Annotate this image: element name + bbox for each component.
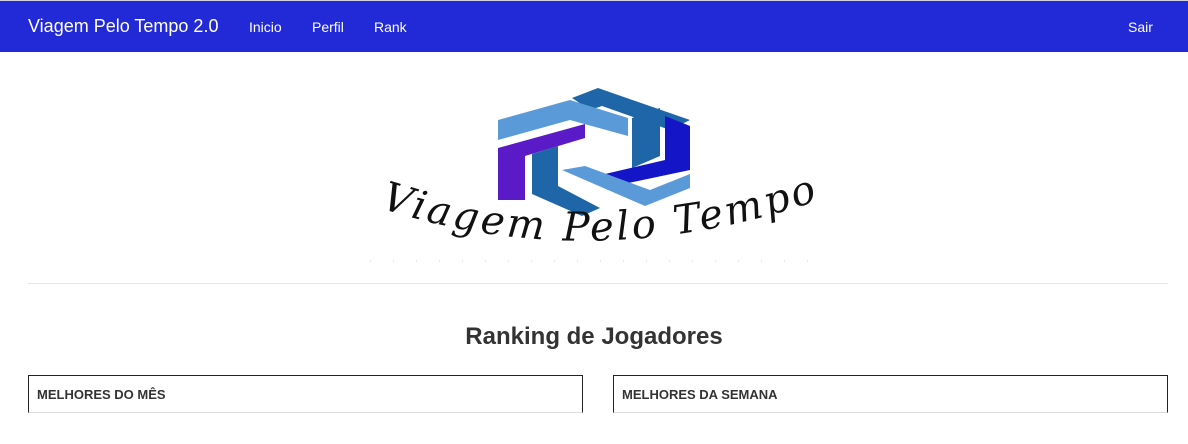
nav-link-inicio[interactable]: Inicio xyxy=(249,19,282,35)
brand-link[interactable]: Viagem Pelo Tempo 2.0 xyxy=(28,16,218,37)
nav-link-rank[interactable]: Rank xyxy=(374,19,407,35)
nav-link-sair[interactable]: Sair xyxy=(1128,19,1153,35)
panel-best-of-week: MELHORES DA SEMANA xyxy=(613,375,1168,413)
nav-link-perfil[interactable]: Perfil xyxy=(312,19,344,35)
panel-heading-month: MELHORES DO MÊS xyxy=(37,387,166,402)
top-navbar: Viagem Pelo Tempo 2.0 Inicio Perfil Rank… xyxy=(0,0,1188,52)
panel-best-of-month: MELHORES DO MÊS xyxy=(28,375,583,413)
panel-heading-week: MELHORES DA SEMANA xyxy=(622,387,778,402)
content-divider xyxy=(28,283,1168,284)
page-title: Ranking de Jogadores xyxy=(465,323,723,350)
logo-emblem xyxy=(498,88,690,216)
site-logo: Viagem Pelo Tempo xyxy=(360,78,830,268)
logo-shape-right xyxy=(632,108,660,168)
